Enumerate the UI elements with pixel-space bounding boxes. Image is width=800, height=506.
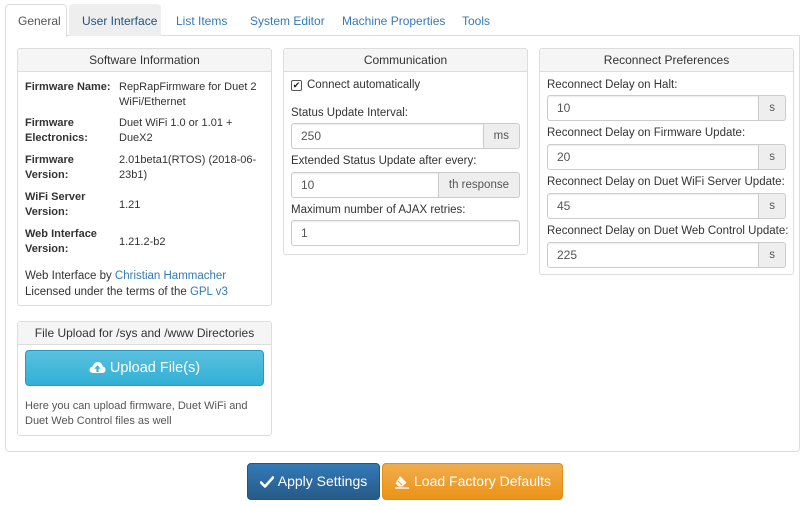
apply-settings-label: Apply Settings <box>277 473 368 489</box>
reconnect-firmware-unit: s <box>759 144 786 170</box>
info-row-firmware-electronics: Firmware Electronics: Duet WiFi 1.0 or 1… <box>25 116 269 146</box>
reconnect-web-control-group: 225 s <box>547 242 786 268</box>
status-interval-unit: ms <box>483 123 520 149</box>
extended-status-unit: th response <box>438 172 520 198</box>
info-key: Firmware Name: <box>25 81 111 93</box>
apply-settings-button[interactable]: Apply Settings <box>247 463 380 500</box>
tab-user-interface[interactable]: User Interface <box>69 4 161 36</box>
reconnect-firmware-label: Reconnect Delay on Firmware Update: <box>547 127 746 139</box>
reconnect-firmware-group: 20 s <box>547 144 786 170</box>
panel-title: File Upload for /sys and /www Directorie… <box>18 322 271 345</box>
upload-button-label: Upload File(s) <box>109 360 201 376</box>
info-row-web-interface-version: Web Interface Version: 1.21.2-b2 <box>25 227 269 257</box>
reconnect-wifi-server-group: 45 s <box>547 193 786 219</box>
info-key: WiFi Server Version: <box>25 191 86 218</box>
reconnect-preferences-panel: Reconnect Preferences Reconnect Delay on… <box>539 48 794 275</box>
reconnect-wifi-server-label: Reconnect Delay on Duet WiFi Server Upda… <box>547 176 785 188</box>
panel-title: Reconnect Preferences <box>540 49 793 72</box>
credit-prefix: Web Interface by <box>25 270 115 282</box>
cloud-upload-icon <box>89 362 106 374</box>
info-row-firmware-version: Firmware Version: 2.01beta1(RTOS) (2018-… <box>25 153 269 183</box>
connect-automatically-label: Connect automatically <box>307 79 421 91</box>
upload-files-button[interactable]: Upload File(s) <box>25 350 264 386</box>
reconnect-web-control-label: Reconnect Delay on Duet Web Control Upda… <box>547 225 789 237</box>
reconnect-halt-input[interactable]: 10 <box>547 95 760 121</box>
info-row-wifi-server-version: WiFi Server Version: 1.21 <box>25 190 269 220</box>
license-line: Licensed under the terms of the GPL v3 <box>25 284 271 300</box>
tab-system-editor[interactable]: System Editor <box>237 4 327 36</box>
reconnect-web-control-unit: s <box>759 242 786 268</box>
info-value: RepRapFirmware for Duet 2 WiFi/Ethernet <box>119 81 257 108</box>
communication-panel: Communication ✔ Connect automatically St… <box>283 48 528 255</box>
ajax-retries-group: 1 <box>291 220 520 246</box>
ajax-retries-label: Maximum number of AJAX retries: <box>291 204 466 216</box>
file-upload-panel: File Upload for /sys and /www Directorie… <box>17 321 272 436</box>
reconnect-halt-group: 10 s <box>547 95 786 121</box>
status-interval-input[interactable]: 250 <box>291 123 484 149</box>
info-row-firmware-name: Firmware Name: RepRapFirmware for Duet 2… <box>25 80 269 110</box>
status-interval-label: Status Update Interval: <box>291 107 408 119</box>
upload-note: Here you can upload firmware, Duet WiFi … <box>25 400 248 427</box>
info-value: Duet WiFi 1.0 or 1.01 + DueX2 <box>119 117 233 144</box>
info-key: Web Interface Version: <box>25 228 97 255</box>
credit-line: Web Interface by Christian Hammacher <box>25 268 271 284</box>
tab-tools[interactable]: Tools <box>449 4 501 36</box>
extended-status-input[interactable]: 10 <box>291 172 439 198</box>
ajax-retries-input[interactable]: 1 <box>291 220 520 246</box>
software-information-panel: Software Information Firmware Name: RepR… <box>17 48 272 306</box>
load-factory-defaults-label: Load Factory Defaults <box>414 473 551 489</box>
settings-tabs: General User Interface List Items System… <box>5 4 800 37</box>
tab-list-items[interactable]: List Items <box>163 4 235 36</box>
panel-title: Software Information <box>18 49 271 72</box>
reconnect-web-control-input[interactable]: 225 <box>547 242 760 268</box>
tab-machine-properties[interactable]: Machine Properties <box>329 4 447 36</box>
panel-title: Communication <box>284 49 527 72</box>
info-key: Firmware Electronics: <box>25 117 88 144</box>
extended-status-group: 10 th response <box>291 172 520 198</box>
reconnect-wifi-server-input[interactable]: 45 <box>547 193 760 219</box>
license-link[interactable]: GPL v3 <box>190 286 228 298</box>
reconnect-halt-label: Reconnect Delay on Halt: <box>547 79 678 91</box>
connect-automatically-checkbox[interactable]: ✔ <box>291 80 302 91</box>
author-link[interactable]: Christian Hammacher <box>115 270 226 282</box>
load-factory-defaults-button[interactable]: Load Factory Defaults <box>382 463 563 500</box>
reconnect-wifi-server-unit: s <box>759 193 786 219</box>
info-value: 1.21 <box>119 199 141 211</box>
eraser-icon <box>395 476 410 489</box>
tab-general[interactable]: General <box>5 4 67 37</box>
reconnect-firmware-input[interactable]: 20 <box>547 144 760 170</box>
status-interval-group: 250 ms <box>291 123 520 149</box>
extended-status-label: Extended Status Update after every: <box>291 155 477 167</box>
info-value: 2.01beta1(RTOS) (2018-06-23b1) <box>119 154 257 181</box>
info-value: 1.21.2-b2 <box>119 236 166 248</box>
info-key: Firmware Version: <box>25 154 74 181</box>
reconnect-halt-unit: s <box>759 95 786 121</box>
license-prefix: Licensed under the terms of the <box>25 286 190 298</box>
checkmark-icon <box>259 476 274 489</box>
